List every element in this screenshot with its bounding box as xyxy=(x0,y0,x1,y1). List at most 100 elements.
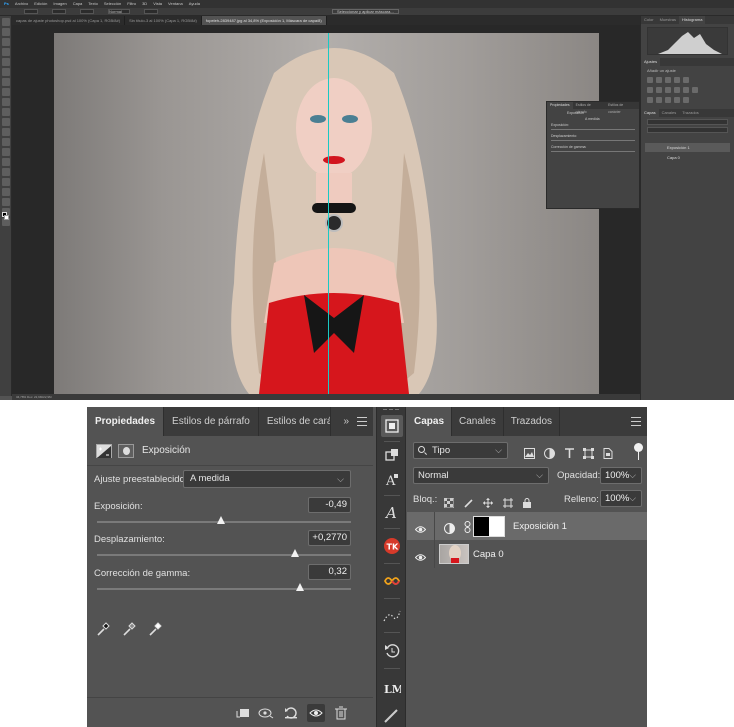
float-props-slider[interactable] xyxy=(551,151,635,152)
dodge-tool-icon[interactable] xyxy=(2,158,10,166)
tk-plugin-icon[interactable]: TK xyxy=(381,535,403,557)
clip-to-layer-icon[interactable] xyxy=(234,704,252,722)
float-props-slider[interactable] xyxy=(551,140,635,141)
dotted-path-icon[interactable] xyxy=(381,605,403,627)
lock-image-pixels-icon[interactable] xyxy=(464,495,474,508)
properties-panel-icon[interactable] xyxy=(381,415,403,437)
mini-filter-field[interactable] xyxy=(647,119,728,125)
menu-item[interactable]: Texto xyxy=(88,0,98,8)
tab-paragraph-styles[interactable]: Estilos de párrafo xyxy=(573,102,605,114)
doc-tab[interactable]: capas de ajuste photoshop.psd al 100% (C… xyxy=(12,16,126,25)
tab-adjustments[interactable]: Ajustes xyxy=(641,58,661,66)
white-point-eyedropper-icon[interactable] xyxy=(149,622,162,636)
filter-shape-icon[interactable] xyxy=(583,446,594,459)
history-panel-icon[interactable] xyxy=(381,640,403,662)
strip-grip[interactable] xyxy=(377,407,405,413)
doc-tab[interactable]: Sin título-3 al 100% (Capa 1, RGB/8#) xyxy=(125,16,202,25)
black-point-eyedropper-icon[interactable] xyxy=(97,622,110,636)
eyedropper-tool-icon[interactable] xyxy=(2,78,10,86)
tab-channels-mini[interactable]: Canales xyxy=(659,109,680,117)
crop-tool-icon[interactable] xyxy=(2,58,10,66)
filter-type-icon[interactable] xyxy=(564,446,575,458)
layer-image-thumbnail[interactable] xyxy=(439,544,469,564)
menu-item[interactable]: Edición xyxy=(34,0,47,8)
tab-character-styles[interactable]: Estilos de carácter xyxy=(259,407,331,436)
blur-tool-icon[interactable] xyxy=(2,148,10,156)
shape-tool-icon[interactable] xyxy=(2,198,10,206)
tab-paths-mini[interactable]: Trazados xyxy=(679,109,702,117)
menu-item[interactable]: Ayuda xyxy=(189,0,200,8)
reset-adjustment-icon[interactable] xyxy=(282,704,300,722)
tab-properties[interactable]: Propiedades xyxy=(87,407,165,436)
exposure-adjustment-icon[interactable] xyxy=(96,443,112,458)
visibility-eye-icon[interactable] xyxy=(414,549,427,561)
history-brush-tool-icon[interactable] xyxy=(2,118,10,126)
layer-row-exposure[interactable]: Exposición 1 xyxy=(407,512,647,540)
offset-slider-track[interactable] xyxy=(97,554,351,556)
opacity-field[interactable]: 100% ⌵ xyxy=(600,467,642,484)
mini-layer-row[interactable]: Capa 0 xyxy=(645,153,730,162)
tab-layers-mini[interactable]: Capas xyxy=(641,109,659,117)
view-previous-state-icon[interactable] xyxy=(257,704,275,722)
float-props-slider[interactable] xyxy=(551,129,635,130)
lock-all-icon[interactable] xyxy=(522,495,532,508)
path-select-tool-icon[interactable] xyxy=(2,188,10,196)
menu-item[interactable]: 3D xyxy=(142,0,147,8)
quick-select-tool-icon[interactable] xyxy=(2,48,10,56)
stamp-tool-icon[interactable] xyxy=(2,108,10,116)
character-panel-icon[interactable]: A xyxy=(381,469,403,491)
tab-properties[interactable]: Propiedades xyxy=(547,102,573,109)
tab-color[interactable]: Color xyxy=(641,16,657,24)
layer-mask-thumbnail[interactable] xyxy=(473,516,505,537)
tab-layers[interactable]: Capas xyxy=(407,407,453,436)
mask-link-chain-icon[interactable] xyxy=(464,520,471,538)
brush-plugin-icon[interactable] xyxy=(381,705,403,727)
lock-artboard-icon[interactable] xyxy=(503,495,513,508)
blend-mode-dropdown[interactable]: Normal ⌵ xyxy=(413,467,549,484)
background-color-swatch[interactable] xyxy=(4,215,9,220)
select-and-mask-button[interactable]: Seleccionar y aplicar máscara... xyxy=(332,9,399,14)
document-image[interactable] xyxy=(54,33,599,394)
offset-slider-thumb[interactable] xyxy=(290,549,299,557)
gray-point-eyedropper-icon[interactable] xyxy=(123,622,136,636)
filter-adjustment-icon[interactable] xyxy=(544,446,555,459)
lm-plugin-icon[interactable]: LM xyxy=(381,677,403,699)
type-tool-icon[interactable] xyxy=(2,178,10,186)
menu-item[interactable]: Archivo xyxy=(15,0,28,8)
gamma-slider-track[interactable] xyxy=(97,588,351,590)
doc-tab-active[interactable]: fopeleh-2839487.jpg al 34,8% (Exposición… xyxy=(201,16,327,25)
lock-transparent-pixels-icon[interactable] xyxy=(443,495,455,509)
menu-item[interactable]: Selección xyxy=(104,0,121,8)
panel-menu-icon[interactable] xyxy=(631,417,641,426)
eraser-tool-icon[interactable] xyxy=(2,128,10,136)
healing-tool-icon[interactable] xyxy=(2,88,10,96)
gamma-slider-thumb[interactable] xyxy=(295,583,304,591)
menu-item[interactable]: Ventana xyxy=(168,0,183,8)
pen-tool-icon[interactable] xyxy=(2,168,10,176)
filter-kind-dropdown[interactable]: Tipo ⌵ xyxy=(413,442,508,459)
lasso-tool-icon[interactable] xyxy=(2,38,10,46)
tab-histogram[interactable]: Histograma xyxy=(679,16,706,24)
layer-mask-icon[interactable] xyxy=(118,443,134,458)
layer-name[interactable]: Exposición 1 xyxy=(513,521,567,532)
tab-swatches[interactable]: Muestras xyxy=(657,16,679,24)
visibility-eye-icon[interactable] xyxy=(414,521,427,533)
menu-item[interactable]: Vista xyxy=(153,0,162,8)
menu-item[interactable]: Filtro xyxy=(127,0,136,8)
option-field[interactable] xyxy=(80,9,94,14)
menu-item[interactable]: Capa xyxy=(73,0,83,8)
glyphs-panel-icon[interactable]: A xyxy=(381,501,403,523)
lock-position-move-icon[interactable] xyxy=(483,495,493,508)
option-field[interactable] xyxy=(144,9,158,14)
mini-layer-row[interactable]: Exposición 1 xyxy=(645,143,730,152)
fill-field[interactable]: 100% ⌵ xyxy=(600,490,642,507)
menu-item[interactable]: Imagen xyxy=(53,0,66,8)
tab-paragraph-styles[interactable]: Estilos de párrafo xyxy=(164,407,259,436)
preset-dropdown[interactable]: A medida ⌵ xyxy=(183,470,351,488)
filter-pixel-icon[interactable] xyxy=(524,446,535,459)
tab-channels[interactable]: Canales xyxy=(452,407,504,436)
offset-value-field[interactable]: +0,2770 xyxy=(308,530,351,546)
tab-overflow-chevron-icon[interactable]: » xyxy=(343,416,349,427)
toggle-visibility-eye-icon[interactable] xyxy=(307,704,325,722)
brush-preset-picker[interactable] xyxy=(24,9,38,14)
